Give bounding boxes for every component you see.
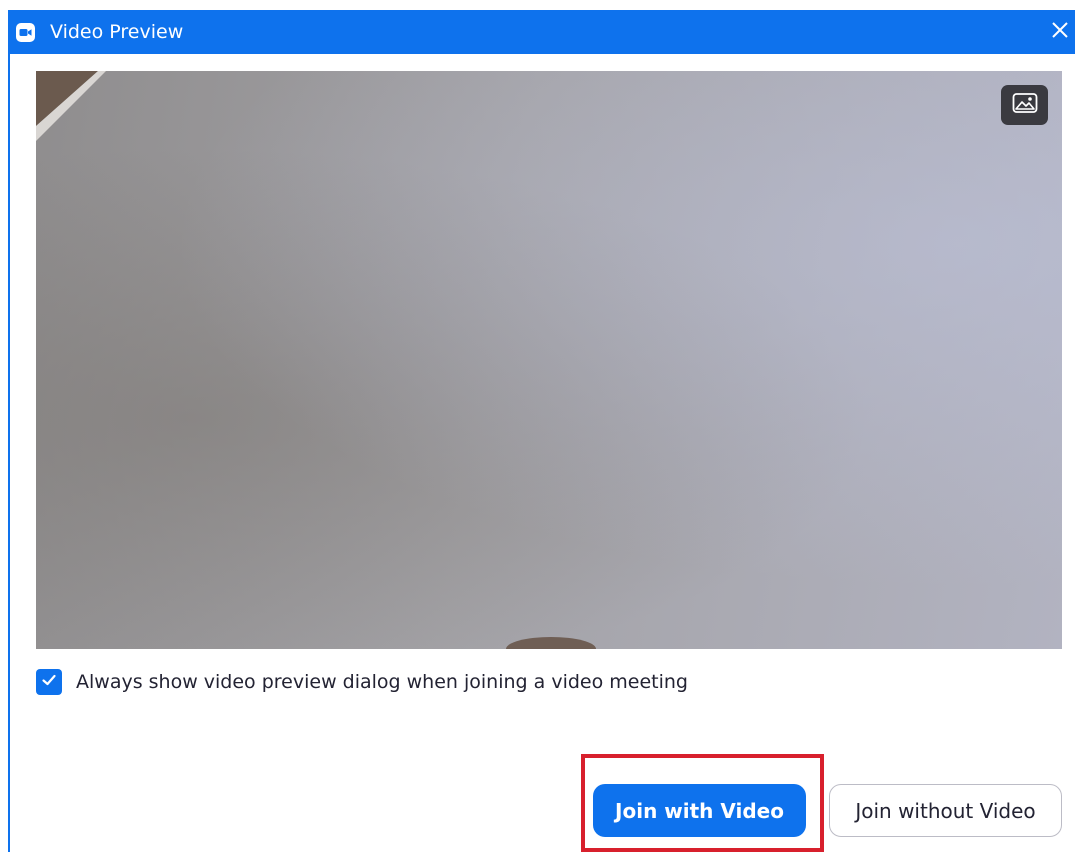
always-show-preview-label: Always show video preview dialog when jo… [76,671,688,693]
video-camera-icon [16,23,35,42]
window-left-border [8,54,10,852]
video-corner-detail [36,71,106,141]
video-subject-detail [506,637,596,649]
virtual-background-button[interactable] [1001,85,1048,125]
title-bar[interactable]: Video Preview [8,10,1075,54]
checkmark-icon [40,671,58,693]
video-preview-dialog: Video Preview Always show video preview … [0,0,1075,852]
window-title: Video Preview [50,21,184,43]
always-show-preview-checkbox[interactable] [36,669,62,695]
video-preview-feed [36,71,1062,649]
top-strip [0,0,1075,10]
join-without-video-button[interactable]: Join without Video [829,784,1062,837]
close-button[interactable] [1045,10,1075,54]
join-with-video-button[interactable]: Join with Video [593,784,806,837]
always-show-preview-option[interactable]: Always show video preview dialog when jo… [36,668,688,696]
virtual-background-icon [1012,92,1038,118]
close-icon [1050,20,1070,44]
